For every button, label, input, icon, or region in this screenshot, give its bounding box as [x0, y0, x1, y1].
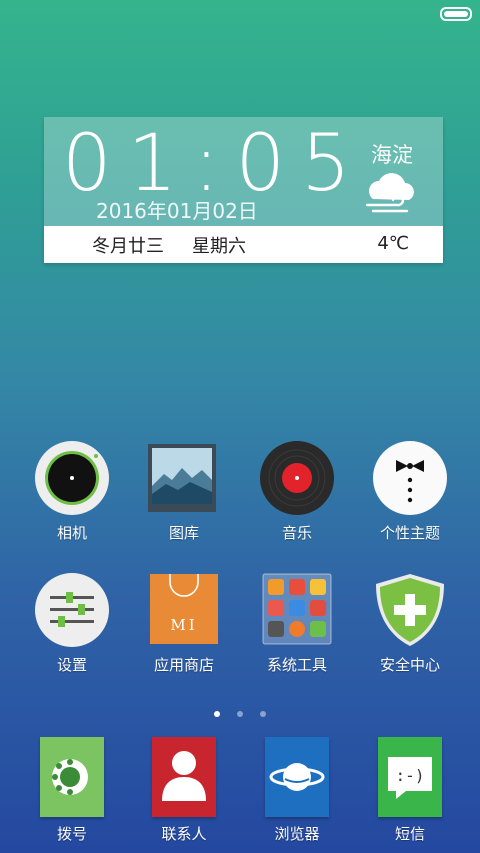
dialer-icon	[40, 737, 104, 817]
app-label: 拨号	[56, 825, 87, 843]
security-center-icon	[372, 572, 448, 648]
dock-browser[interactable]: 浏览器	[247, 737, 347, 844]
app-label: 浏览器	[274, 825, 320, 843]
weather-location: 海淀	[371, 143, 413, 167]
app-label: 图库	[168, 524, 199, 542]
battery-icon	[440, 7, 472, 21]
app-label: 音乐	[281, 524, 312, 542]
cloud-wind-icon	[365, 173, 414, 213]
music-icon	[259, 440, 335, 516]
app-themes[interactable]: 个性主题	[360, 440, 460, 543]
store-text: MI	[170, 616, 197, 634]
page-indicator[interactable]	[0, 702, 480, 721]
app-store[interactable]: MI 应用商店	[134, 572, 234, 675]
status-bar	[0, 0, 480, 28]
page-dot[interactable]	[237, 711, 243, 717]
app-label: 设置	[56, 656, 87, 674]
battery-level	[444, 11, 468, 17]
themes-icon	[372, 440, 448, 516]
app-label: 个性主题	[379, 524, 440, 542]
system-tools-folder-icon	[259, 572, 335, 648]
app-camera[interactable]: 相机	[22, 440, 122, 543]
messages-icon: :-)	[378, 737, 442, 817]
camera-icon	[34, 440, 110, 516]
browser-icon	[265, 737, 329, 817]
app-label: 短信	[394, 825, 425, 843]
app-music[interactable]: 音乐	[247, 440, 347, 543]
lunar-date: 冬月廿三	[92, 236, 164, 257]
dock-contacts[interactable]: 联系人	[134, 737, 234, 844]
app-settings[interactable]: 设置	[22, 572, 122, 675]
dock-messages[interactable]: :-) 短信	[360, 737, 460, 844]
folder-system-tools[interactable]: 系统工具	[247, 572, 347, 675]
messages-smiley: :-)	[396, 766, 425, 785]
temperature: 4℃	[377, 233, 409, 254]
app-gallery[interactable]: 图库	[134, 440, 234, 543]
app-label: 系统工具	[266, 656, 327, 674]
app-store-icon: MI	[146, 572, 222, 648]
page-dot[interactable]	[213, 711, 220, 717]
clock-date: 2016年01月02日	[96, 199, 258, 223]
app-label: 联系人	[161, 825, 207, 843]
contacts-icon	[152, 737, 216, 817]
clock-weather-widget[interactable]: 01:05 2016年01月02日 海淀 冬月廿三 星期六 4℃	[44, 117, 443, 263]
weekday: 星期六	[192, 236, 246, 257]
gallery-icon	[146, 440, 222, 516]
app-label: 应用商店	[153, 656, 214, 674]
settings-icon	[34, 572, 110, 648]
app-security-center[interactable]: 安全中心	[360, 572, 460, 675]
widget-info-strip: 冬月廿三 星期六 4℃	[44, 226, 443, 263]
app-label: 安全中心	[379, 656, 440, 674]
app-label: 相机	[56, 524, 87, 542]
page-dot[interactable]	[260, 711, 267, 717]
dock-dialer[interactable]: 拨号	[22, 737, 122, 844]
